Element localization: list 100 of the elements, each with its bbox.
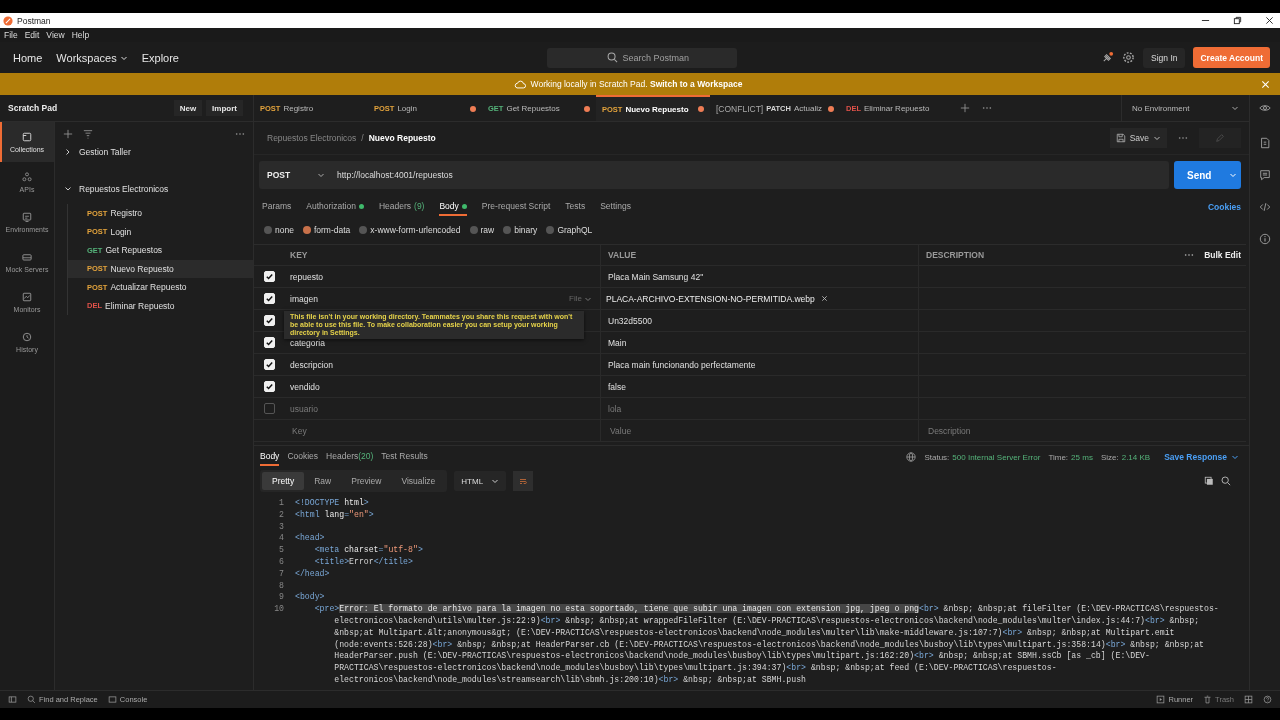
view-mode-tab[interactable]: Visualize (391, 472, 446, 490)
menu-item[interactable]: Edit (24, 30, 40, 40)
save-response-button[interactable]: Save Response (1164, 452, 1239, 462)
save-icon (1115, 133, 1126, 143)
request-option-tab[interactable]: Headers (9) (378, 198, 425, 216)
request-option-tab[interactable]: Settings (600, 198, 631, 216)
url-field[interactable]: POST http://localhost:4001/repuestos (259, 161, 1169, 189)
checkbox[interactable] (263, 403, 275, 414)
cookies-link[interactable]: Cookies (1207, 202, 1241, 212)
response-tab[interactable]: Cookies (287, 448, 319, 466)
sidebar-toggle-icon[interactable] (8, 695, 17, 704)
nav-link[interactable]: Workspaces (56, 51, 128, 64)
search-icon (606, 51, 618, 63)
param-key[interactable]: descripcion (290, 359, 333, 370)
comment-icon[interactable] (1259, 169, 1271, 181)
collection-item[interactable]: Repuestos Electronicos (55, 180, 253, 198)
nav-link[interactable]: Explore (141, 51, 179, 64)
satellite-icon[interactable] (1101, 51, 1114, 64)
size-label: Size: (1100, 452, 1119, 462)
chevron-icon (64, 185, 72, 193)
request-option-tab[interactable]: Params (262, 198, 292, 216)
request-title: Nuevo Repuesto (368, 133, 436, 143)
layout-icon[interactable] (1244, 695, 1253, 704)
file-chip[interactable]: PLACA-ARCHIVO-EXTENSION-NO-PERMITIDA.webp (606, 293, 828, 304)
menu-item[interactable]: View (46, 30, 65, 40)
pencil-icon (1215, 133, 1225, 143)
request-option-tab[interactable]: Tests (565, 198, 586, 216)
environment-dropdown[interactable]: No Environment (1121, 95, 1249, 121)
column-header: KEY (284, 245, 601, 265)
view-mode-tab[interactable]: Raw (304, 472, 342, 490)
view-mode-tab[interactable]: Preview (341, 472, 392, 490)
response-tab[interactable]: Body (260, 448, 280, 466)
menu-item[interactable]: Help (71, 30, 90, 40)
param-value[interactable]: false (608, 381, 626, 392)
response-tab[interactable]: Test Results (381, 448, 428, 466)
nav-link[interactable]: Home (13, 51, 43, 64)
request-option-tab[interactable]: Pre-request Script (481, 198, 551, 216)
param-value[interactable]: Un32d5500 (608, 315, 652, 326)
environments-icon (21, 211, 33, 223)
param-key[interactable]: vendido (290, 381, 320, 392)
size-value: 2.14 KB (1121, 452, 1151, 462)
copy-icon[interactable] (1204, 476, 1214, 486)
code-line: <head> (295, 532, 326, 545)
search-field[interactable]: Search Postman (546, 47, 737, 68)
param-key[interactable]: usuario (290, 403, 318, 414)
menu-item[interactable]: File (4, 30, 18, 40)
format-dropdown[interactable]: HTML (454, 471, 507, 491)
import-button[interactable]: Import (206, 100, 243, 116)
chevron-icon (64, 148, 72, 156)
body-type-radio[interactable]: binary (503, 225, 538, 235)
new-button[interactable]: New (173, 100, 203, 116)
help-icon[interactable] (1263, 695, 1272, 704)
wrap-lines-button[interactable] (513, 471, 534, 491)
sign-in-button[interactable]: Sign In (1143, 47, 1186, 68)
body-type-radio[interactable]: form-data (302, 225, 351, 235)
value-input[interactable]: Value (608, 424, 911, 437)
time-label: Time: (1048, 452, 1069, 462)
param-value[interactable]: lola (608, 403, 622, 414)
caret-icon[interactable] (317, 171, 325, 179)
breadcrumb-link[interactable]: Repuestos Electronicos (267, 133, 357, 143)
column-header: VALUE (601, 245, 919, 265)
body-type-radio[interactable]: raw (469, 225, 495, 235)
add-icon[interactable] (63, 129, 73, 139)
settings-icon[interactable] (1122, 51, 1135, 64)
code-icon[interactable] (1259, 201, 1271, 213)
restore-icon[interactable] (1233, 16, 1242, 25)
code-line: <html lang="en"> (295, 508, 375, 521)
param-value[interactable]: Main (608, 337, 627, 348)
send-button[interactable]: Send (1174, 161, 1241, 189)
save-button[interactable]: Save (1109, 128, 1167, 148)
body-type-radio[interactable]: x-www-form-urlencoded (359, 225, 461, 235)
bulk-edit-link[interactable]: Bulk Edit (1204, 250, 1241, 260)
key-input[interactable]: Key (290, 424, 592, 437)
search-icon[interactable] (1221, 476, 1231, 486)
caret-icon (1231, 453, 1239, 461)
close-icon[interactable] (1265, 16, 1274, 25)
add-icon[interactable] (960, 103, 970, 113)
info-icon[interactable] (1259, 233, 1271, 245)
cloud-warning-icon (513, 78, 526, 90)
request-option-tab[interactable]: Authorization (306, 198, 364, 216)
param-key[interactable]: categoria (290, 337, 325, 348)
param-value[interactable]: Placa Main Samsung 42" (608, 271, 704, 282)
history-icon (21, 331, 33, 343)
collection-item[interactable]: Gestion Taller (55, 143, 253, 161)
response-tab[interactable]: Headers(20) (326, 448, 374, 466)
code-line: <pre>Error: El formato de arhivo para la imagen no esta soportado, tiene que subir una imagen con extension jpg, jpeg o png<br> &nbsp; &nbsp;at fileFilter (E:\DEV-PRACTICAS\respuestos-electronicos\backend\utils\multer.js:22:9)<br> &nbsp; &nbsp;at wrappedFileFilter (E:\DEV-PRACTICAS\respuestos-electronicos\backend\node_modules\multer\index.js:44:7)<br> &nbsp; &nbsp;at Multipart.&lt;anonymous&gt; (E:\DEV-PRACTICAS\respuestos-electronicos\backend\node_modules\multer\lib\make-middleware.js:107:7)<br> &nbsp; &nbsp;at Multipart.emit (node:events:526:28)<br> &nbsp; &nbsp;at HeaderParser.cb (E:\DEV-PRACTICAS\respuestos-electronicos\backend\node_modules\busboy\lib\types\multipart.js:358:14)<br> &nbsp; &nbsp;at HeaderParser.push (E:\DEV-PRACTICAS\respuestos-electronicos\backend\node_modules\busboy\lib\types\multipart.js:162:20)<br> &nbsp; &nbsp;at SBMH.ssCb [as _cb] (E:\DEV-PRACTICAS\respuestos-electronicos\backend\node_modules\busboy\lib\types\multipart.js:394:37)<br> &nbsp; &nbsp;at feed (E:\DEV-PRACTICAS\respuestos-electronicos\backend\node_modules\streamsearch\lib\sbmh.js:200:10)<br> &nbsp; &nbsp;at SBMH.push (313, 603, 1219, 686)
body-type-radio[interactable]: GraphQL (546, 225, 593, 235)
eye-icon[interactable] (1259, 102, 1271, 114)
description-input[interactable]: Description (926, 424, 1241, 437)
param-value[interactable]: Placa main funcionando perfectamente (608, 359, 756, 370)
param-key[interactable]: imagen (290, 293, 318, 304)
status-value: 500 Internal Server Error (952, 452, 1041, 462)
request-option-tab[interactable]: Body (439, 198, 467, 216)
code-line: <body> (295, 591, 326, 604)
filter-icon[interactable] (83, 129, 93, 139)
view-mode-tab[interactable]: Pretty (262, 472, 305, 490)
clear-icon[interactable] (820, 295, 828, 302)
body-type-radio[interactable]: none (264, 225, 294, 235)
param-key[interactable]: repuesto (290, 271, 324, 282)
document-icon[interactable] (1259, 137, 1271, 149)
